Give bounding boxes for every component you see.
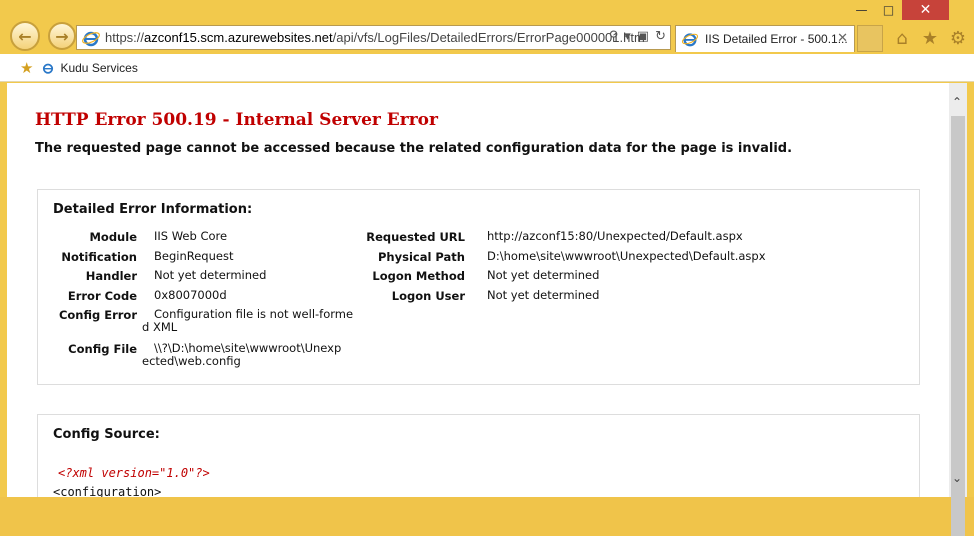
browser-window: — □ ✕ ← → https://azconf15.scm.azurewebs… xyxy=(0,0,974,536)
page-title: HTTP Error 500.19 - Internal Server Erro… xyxy=(35,110,438,130)
field-value: Not yet determined xyxy=(154,268,267,282)
vertical-scrollbar[interactable]: ⌃ ⌄ xyxy=(949,83,967,536)
favorites-bar: ★ Kudu Services xyxy=(0,54,974,82)
forward-button[interactable]: → xyxy=(48,22,76,50)
field-value-wrap: d XML xyxy=(142,320,178,334)
field-value: Configuration file is not well-forme xyxy=(154,307,354,321)
forward-arrow-icon: → xyxy=(55,26,69,46)
field-value: Not yet determined xyxy=(487,288,600,302)
xml-configuration-tag: <configuration> xyxy=(53,485,162,497)
tab-iis-detailed-error[interactable]: IIS Detailed Error - 500.1... ✕ xyxy=(675,25,855,52)
favorite-label: Kudu Services xyxy=(60,60,138,75)
source-heading: Config Source: xyxy=(53,427,160,442)
field-value: D:\home\site\wwwroot\Unexpected\Default.… xyxy=(487,249,766,263)
address-bar-icons: ⚲ ▾ ▣ ↻ xyxy=(609,29,666,44)
scroll-down-icon[interactable]: ⌄ xyxy=(952,471,962,485)
toolbar-icons: ⌂ ★ ⚙ xyxy=(892,28,968,49)
field-label: Logon Method xyxy=(372,269,465,283)
tab-title: IIS Detailed Error - 500.1... xyxy=(705,32,848,46)
field-label: Handler xyxy=(85,269,137,283)
url-text: https://azconf15.scm.azurewebsites.net/a… xyxy=(105,30,645,45)
close-tab-icon[interactable]: ✕ xyxy=(837,31,848,46)
window-border xyxy=(967,83,974,497)
page-content: HTTP Error 500.19 - Internal Server Erro… xyxy=(7,83,949,497)
field-label: Module xyxy=(89,230,137,244)
search-icon[interactable]: ⚲ xyxy=(609,29,619,44)
scroll-up-icon[interactable]: ⌃ xyxy=(952,95,962,109)
ie-logo-icon xyxy=(681,33,699,47)
field-label: Config Error xyxy=(58,308,137,322)
xml-declaration: <?xml version="1.0"?> xyxy=(58,466,210,480)
gear-icon[interactable]: ⚙ xyxy=(948,28,968,49)
favorites-star-icon[interactable]: ★ xyxy=(920,28,940,49)
field-value: Not yet determined xyxy=(487,268,600,282)
minimize-button[interactable]: — xyxy=(848,0,875,20)
field-label: Physical Path xyxy=(378,250,465,264)
detailed-error-panel: Detailed Error Information: Module IIS W… xyxy=(37,189,920,385)
field-label: Config File xyxy=(68,342,137,356)
field-label: Notification xyxy=(61,250,137,264)
back-button[interactable]: ← xyxy=(10,21,40,51)
lock-icon[interactable]: ▣ xyxy=(637,29,649,44)
back-arrow-icon: ← xyxy=(18,26,32,46)
dropdown-chevron-icon[interactable]: ▾ xyxy=(624,29,631,44)
field-label: Requested URL xyxy=(366,230,465,244)
field-value: http://azconf15:80/Unexpected/Default.as… xyxy=(487,229,743,243)
ie-page-icon xyxy=(43,63,54,74)
error-subtitle: The requested page cannot be accessed be… xyxy=(35,141,793,156)
home-icon[interactable]: ⌂ xyxy=(892,28,912,49)
field-value-wrap: ected\web.config xyxy=(142,354,241,368)
config-source-panel: Config Source: <?xml version="1.0"?> <co… xyxy=(37,414,920,497)
close-window-button[interactable]: ✕ xyxy=(902,0,949,20)
ie-logo-icon xyxy=(82,31,100,46)
detail-heading: Detailed Error Information: xyxy=(53,202,253,217)
favorite-kudu-services[interactable]: Kudu Services xyxy=(41,60,138,75)
new-tab-button[interactable] xyxy=(857,25,883,52)
field-label: Error Code xyxy=(67,289,137,303)
add-favorite-icon[interactable]: ★ xyxy=(20,59,33,77)
field-value: 0x8007000d xyxy=(154,288,227,302)
refresh-icon[interactable]: ↻ xyxy=(655,29,666,44)
address-bar[interactable]: https://azconf15.scm.azurewebsites.net/a… xyxy=(76,25,671,50)
field-value: IIS Web Core xyxy=(154,229,228,243)
window-controls: — □ ✕ xyxy=(848,0,949,20)
field-value: BeginRequest xyxy=(154,249,234,263)
maximize-button[interactable]: □ xyxy=(875,0,902,20)
field-label: Logon User xyxy=(391,289,465,303)
title-bar: — □ ✕ ← → https://azconf15.scm.azurewebs… xyxy=(0,0,974,54)
